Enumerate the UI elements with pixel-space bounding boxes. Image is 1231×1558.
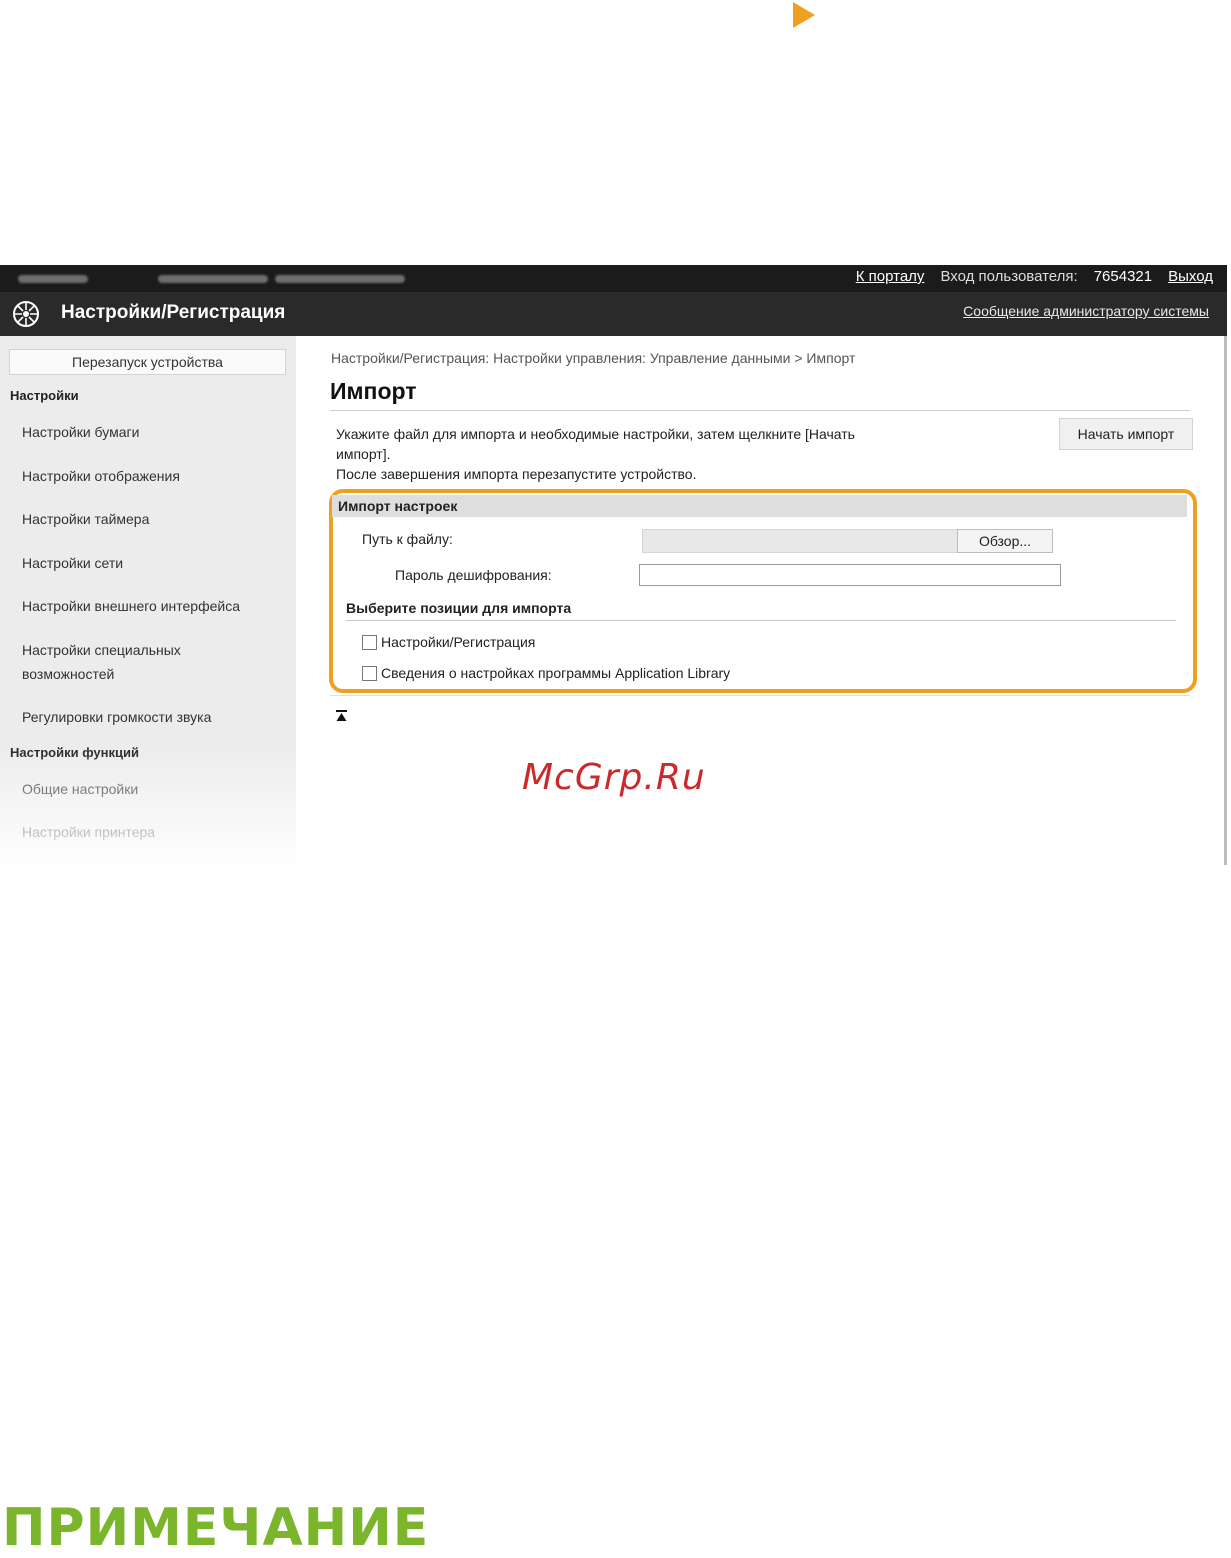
section-title: Импорт настроек — [338, 498, 458, 514]
blurred-text — [18, 275, 88, 283]
window-edge — [1224, 336, 1227, 865]
back-to-top-icon[interactable] — [336, 710, 347, 722]
instruction-line: Укажите файл для импорта и необходимые н… — [336, 426, 855, 442]
top-links: К порталу Вход пользователя: 7654321 Вых… — [856, 268, 1213, 285]
bottom-divider — [330, 695, 1190, 696]
sidebar-item-network[interactable]: Настройки сети — [22, 551, 282, 575]
sidebar-item-accessibility[interactable]: Настройки специальных возможностей — [22, 638, 282, 686]
main-content: Настройки/Регистрация: Настройки управле… — [296, 336, 1224, 865]
checkbox-row-app-library[interactable]: Сведения о настройках программы Applicat… — [362, 665, 730, 681]
app-header: Настройки/Регистрация Сообщение админист… — [0, 292, 1227, 336]
file-path-label: Путь к файлу: — [362, 531, 453, 547]
app-title: Настройки/Регистрация — [61, 302, 286, 323]
instruction-line: После завершения импорта перезапустите у… — [336, 466, 697, 482]
checkbox-label: Настройки/Регистрация — [381, 634, 536, 650]
sidebar-item-display[interactable]: Настройки отображения — [22, 464, 282, 488]
admin-message-link[interactable]: Сообщение администратору системы — [963, 303, 1209, 319]
restart-device-button[interactable]: Перезапуск устройства — [9, 349, 286, 375]
page-title: Импорт — [330, 378, 417, 404]
sidebar-item-timer[interactable]: Настройки таймера — [22, 507, 282, 531]
sidebar-item-external-interface[interactable]: Настройки внешнего интерфейса — [22, 594, 282, 618]
checkbox-row-settings[interactable]: Настройки/Регистрация — [362, 634, 535, 650]
instruction-text: Укажите файл для импорта и необходимые н… — [336, 424, 956, 484]
section-header-bar — [332, 495, 1187, 517]
instruction-line: импорт]. — [336, 446, 391, 462]
title-divider — [330, 410, 1190, 411]
file-path-input[interactable] — [642, 529, 958, 553]
sidebar-section-functions: Настройки функций — [10, 745, 139, 760]
sidebar-item-volume[interactable]: Регулировки громкости звука — [22, 705, 282, 729]
start-import-button[interactable]: Начать импорт — [1059, 418, 1193, 450]
login-label: Вход пользователя: — [940, 268, 1078, 285]
sidebar-fade — [0, 745, 296, 865]
sidebar-item-printer[interactable]: Настройки принтера — [22, 820, 282, 844]
sidebar-section-settings: Настройки — [10, 388, 79, 403]
sidebar-item-label: Настройки специальных — [22, 642, 181, 658]
checkbox-label: Сведения о настройках программы Applicat… — [381, 665, 731, 681]
select-items-title: Выберите позиции для импорта — [346, 600, 572, 616]
portal-link[interactable]: К порталу — [856, 268, 925, 285]
select-items-divider — [346, 620, 1176, 621]
settings-registration-checkbox[interactable] — [362, 634, 377, 650]
sidebar-item-common[interactable]: Общие настройки — [22, 777, 282, 801]
sidebar-item-label: возможностей — [22, 666, 115, 682]
sidebar: Перезапуск устройства Настройки Настройк… — [0, 336, 296, 865]
app-library-checkbox[interactable] — [362, 665, 377, 681]
breadcrumb: Настройки/Регистрация: Настройки управле… — [331, 350, 856, 366]
top-bar: К порталу Вход пользователя: 7654321 Вых… — [0, 265, 1227, 292]
blurred-text — [158, 275, 268, 283]
remote-ui-logo-icon — [13, 301, 39, 327]
watermark: McGrp.Ru — [522, 757, 706, 798]
highlight-frame — [329, 489, 1197, 693]
user-id: 7654321 — [1093, 268, 1153, 285]
browse-button[interactable]: Обзор... — [957, 529, 1053, 553]
decryption-password-input[interactable] — [639, 564, 1061, 586]
password-label: Пароль дешифрования: — [395, 567, 552, 583]
logout-link[interactable]: Выход — [1168, 268, 1213, 285]
note-heading: ПРИМЕЧАНИЕ — [2, 1498, 430, 1558]
sidebar-item-paper[interactable]: Настройки бумаги — [22, 420, 282, 444]
page-marker-arrow-icon — [793, 2, 815, 28]
blurred-text — [275, 275, 405, 283]
